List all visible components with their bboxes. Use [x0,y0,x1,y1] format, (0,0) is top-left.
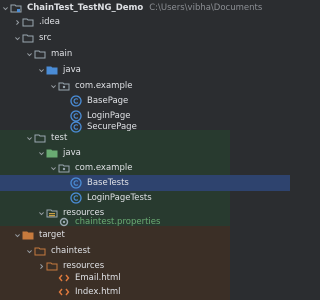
tree-label-chaintest-properties: chaintest.properties [75,217,161,227]
tree-label-test-package: com.example [75,163,133,173]
tree-row-src[interactable]: src [0,30,242,46]
chevron-down-icon[interactable] [36,145,46,161]
tree-row-base-page[interactable]: BasePage [0,93,290,109]
tree-label-main: main [51,49,73,59]
tree-label-main-package: com.example [75,81,133,91]
tree-label-target-resources: resources [63,261,105,271]
tree-row-login-page-tests[interactable]: LoginPageTests [0,190,290,206]
tree-label-test: test [51,133,68,143]
project-name: ChainTest_TestNG_Demo [27,3,144,13]
class-icon [70,192,82,204]
tree-row-base-tests[interactable]: BaseTests [0,175,290,191]
tree-label-idea: .idea [39,17,60,27]
source-folder-icon [46,64,58,76]
tree-row-test-java[interactable]: java [0,145,266,161]
tree-label-target: target [39,230,65,240]
folder-icon [22,32,34,44]
module-folder-icon [10,2,22,14]
folder-icon [34,132,46,144]
tree-label-email-html: Email.html [75,272,121,283]
tree-label-src: src [39,33,52,43]
tree-label-login-page-tests: LoginPageTests [87,193,152,203]
tree-label-main-java: java [63,65,81,75]
class-icon [70,95,82,107]
excluded-folder-icon [22,229,34,241]
chevron-down-icon[interactable] [24,243,34,259]
tree-row-main-java[interactable]: java [0,62,266,78]
chevron-down-icon[interactable] [24,46,34,62]
tree-row-idea[interactable]: .idea [0,14,242,30]
tree-row-index-html[interactable]: Index.html [0,285,278,298]
tree-label-base-tests: BaseTests [87,178,129,188]
tree-row-test-package[interactable]: com.example [0,160,278,176]
chevron-down-icon[interactable] [48,160,58,176]
folder-icon [22,16,34,28]
chevron-right-icon[interactable] [12,14,22,30]
tree-row-chaintest[interactable]: chaintest [0,243,254,259]
tree-label-test-java: java [63,148,81,158]
tree-row-target[interactable]: target [0,227,242,243]
tree-label-index-html: Index.html [75,286,121,297]
tree-row-main[interactable]: main [0,46,254,62]
chevron-down-icon[interactable] [12,227,22,243]
tree-row-main-package[interactable]: com.example [0,78,278,94]
excluded-folder-icon [34,245,46,257]
tree-row-email-html[interactable]: Email.html [0,271,278,284]
html-file-icon [58,286,70,298]
class-icon [70,177,82,189]
tree-label-login-page: LoginPage [87,111,131,121]
html-file-icon [58,272,70,284]
package-icon [58,80,70,92]
tree-row-test[interactable]: test [0,130,254,146]
chevron-down-icon[interactable] [24,130,34,146]
tree-label-chaintest: chaintest [51,246,91,256]
package-icon [58,162,70,174]
chevron-down-icon[interactable] [12,30,22,46]
tree-label-base-page: BasePage [87,96,129,106]
project-path: C:\Users\vibha\Documents [149,3,263,13]
chevron-down-icon[interactable] [48,78,58,94]
chevron-down-icon[interactable] [36,62,46,78]
test-source-folder-icon [46,147,58,159]
folder-icon [34,48,46,60]
